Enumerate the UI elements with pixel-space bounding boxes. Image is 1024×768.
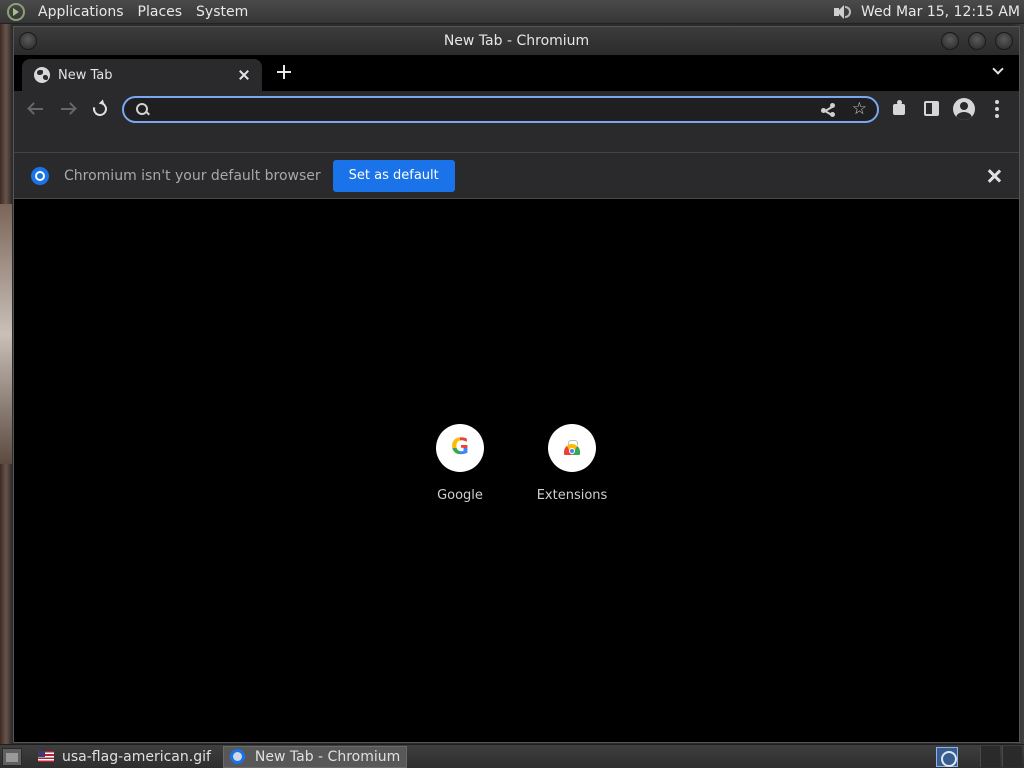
- panel-clock[interactable]: Wed Mar 15, 12:15 AM: [861, 4, 1020, 20]
- usa-flag-icon: [38, 751, 54, 762]
- search-icon: [136, 103, 149, 116]
- extensions-puzzle-icon[interactable]: [891, 100, 909, 118]
- google-g-icon: G: [450, 435, 470, 460]
- address-bar[interactable]: ☆: [122, 96, 879, 123]
- side-panel-icon[interactable]: [924, 101, 939, 116]
- bookmark-star-icon[interactable]: ☆: [852, 101, 867, 118]
- volume-icon[interactable]: [831, 3, 853, 21]
- infobar-message: Chromium isn't your default browser: [64, 167, 321, 184]
- kebab-menu-icon[interactable]: [994, 100, 1000, 118]
- back-button[interactable]: [24, 98, 48, 120]
- menu-system[interactable]: System: [189, 4, 255, 20]
- minimize-button[interactable]: [941, 32, 959, 50]
- address-input[interactable]: [149, 98, 820, 121]
- shortcut-extensions[interactable]: Extensions: [524, 424, 620, 503]
- tab-strip: New Tab: [14, 55, 1019, 91]
- tray-chromium-icon[interactable]: [936, 747, 958, 767]
- forward-button[interactable]: [56, 98, 80, 120]
- arrow-left-icon: [29, 108, 43, 110]
- taskbar-item-label: New Tab - Chromium: [254, 748, 401, 765]
- shortcut-tile: [548, 424, 596, 472]
- reload-button[interactable]: [88, 98, 112, 120]
- new-tab-page: G Google Extensions: [14, 199, 1019, 737]
- top-panel: Applications Places System Wed Mar 15, 1…: [0, 0, 1024, 24]
- chromium-icon: [229, 749, 245, 764]
- workspace-switcher-1[interactable]: [980, 746, 1000, 767]
- tab-title: New Tab: [58, 67, 113, 83]
- taskbar-item-chromium[interactable]: New Tab - Chromium: [222, 745, 408, 768]
- chromium-icon: [31, 166, 49, 185]
- taskbar-item-image-viewer[interactable]: usa-flag-american.gif: [32, 746, 217, 768]
- maximize-button[interactable]: [968, 32, 986, 50]
- shortcut-google[interactable]: G Google: [412, 424, 508, 503]
- window-title: New Tab - Chromium: [443, 33, 590, 49]
- taskbar-item-label: usa-flag-american.gif: [62, 748, 211, 765]
- reload-icon: [90, 99, 110, 119]
- share-icon[interactable]: [820, 102, 836, 118]
- browser-toolbar: ☆: [14, 91, 1019, 127]
- window-menu-button[interactable]: [19, 32, 37, 50]
- toolbar-spacer: [14, 127, 1019, 153]
- show-desktop-icon[interactable]: [2, 747, 22, 766]
- workspace-switcher-2[interactable]: [1002, 746, 1022, 767]
- bottom-taskbar: usa-flag-american.gif New Tab - Chromium: [0, 744, 1024, 768]
- shortcut-label: Extensions: [536, 488, 608, 503]
- default-browser-infobar: Chromium isn't your default browser Set …: [14, 153, 1019, 199]
- profile-avatar-icon[interactable]: [953, 98, 975, 120]
- menu-places[interactable]: Places: [131, 4, 190, 20]
- tab-search-button[interactable]: [991, 63, 1005, 79]
- close-infobar-icon[interactable]: [987, 169, 1001, 183]
- desktop-wallpaper-edge: [0, 204, 12, 464]
- browser-window: New Tab - Chromium New Tab ☆ Chromium is…: [13, 26, 1020, 743]
- shortcut-label: Google: [437, 488, 483, 503]
- distro-logo-icon[interactable]: [7, 2, 25, 21]
- new-tab-button[interactable]: [275, 63, 293, 81]
- menu-applications[interactable]: Applications: [31, 4, 131, 20]
- globe-icon: [34, 67, 50, 83]
- arrow-right-icon: [61, 108, 75, 110]
- panel-tray: Wed Mar 15, 12:15 AM: [831, 3, 1024, 21]
- chrome-web-store-icon: [563, 440, 581, 456]
- set-as-default-button[interactable]: Set as default: [332, 159, 455, 192]
- chevron-down-icon: [992, 63, 1004, 75]
- tab-new-tab[interactable]: New Tab: [22, 59, 262, 91]
- window-titlebar[interactable]: New Tab - Chromium: [14, 27, 1019, 55]
- close-tab-icon[interactable]: [236, 67, 252, 83]
- close-window-button[interactable]: [995, 32, 1013, 50]
- shortcut-tile: G: [436, 424, 484, 472]
